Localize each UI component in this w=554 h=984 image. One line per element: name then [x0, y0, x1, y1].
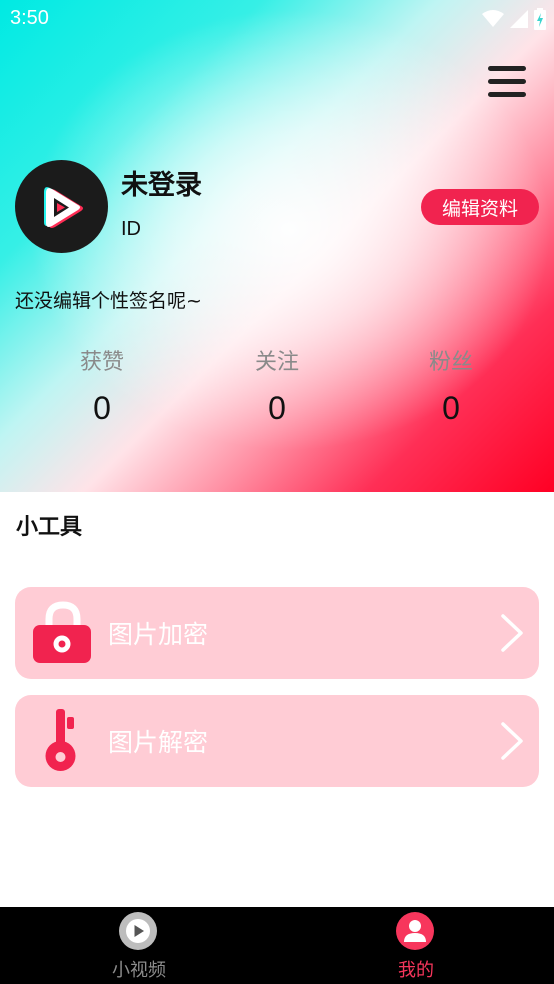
nav-item-videos[interactable]: 小视频 [59, 907, 219, 984]
stat-value: 0 [268, 390, 286, 426]
stat-label: 粉丝 [428, 350, 473, 375]
stat-likes[interactable]: 获赞 0 [42, 344, 162, 427]
user-id: ID [121, 218, 141, 240]
menu-button[interactable] [486, 66, 528, 102]
user-icon [396, 912, 434, 950]
username: 未登录 [121, 170, 202, 201]
tool-image-decrypt[interactable]: 图片解密 [15, 695, 539, 787]
app-logo-icon [43, 186, 83, 228]
signal-icon [510, 10, 528, 28]
menu-icon-line [488, 66, 526, 71]
nav-label: 小视频 [112, 960, 166, 981]
wifi-icon [482, 10, 504, 27]
lock-icon [33, 601, 91, 663]
stat-followers[interactable]: 粉丝 0 [391, 344, 511, 427]
stat-following[interactable]: 关注 0 [217, 344, 337, 427]
tool-label: 图片加密 [108, 620, 209, 649]
stat-value: 0 [442, 390, 460, 426]
play-icon [119, 912, 157, 950]
menu-icon-line [488, 79, 526, 84]
chevron-right-icon [501, 722, 523, 760]
tool-image-encrypt[interactable]: 图片加密 [15, 587, 539, 679]
status-icons [482, 8, 546, 30]
bottom-navigation: 小视频 我的 [0, 907, 554, 984]
signature-text: 还没编辑个性签名呢~ [15, 290, 202, 312]
nav-item-me[interactable]: 我的 [336, 907, 496, 984]
edit-profile-button[interactable]: 编辑资料 [421, 189, 539, 225]
menu-icon-line [488, 92, 526, 97]
status-time: 3:50 [10, 7, 49, 29]
key-icon [45, 709, 76, 771]
status-bar: 3:50 [0, 0, 554, 38]
tools-section-title: 小工具 [16, 515, 83, 540]
stat-value: 0 [93, 390, 111, 426]
nav-label: 我的 [398, 960, 434, 981]
avatar[interactable] [15, 160, 108, 253]
stat-label: 获赞 [79, 350, 124, 375]
chevron-right-icon [501, 614, 523, 652]
tool-label: 图片解密 [108, 728, 209, 757]
battery-icon [534, 8, 546, 30]
stat-label: 关注 [254, 350, 299, 375]
